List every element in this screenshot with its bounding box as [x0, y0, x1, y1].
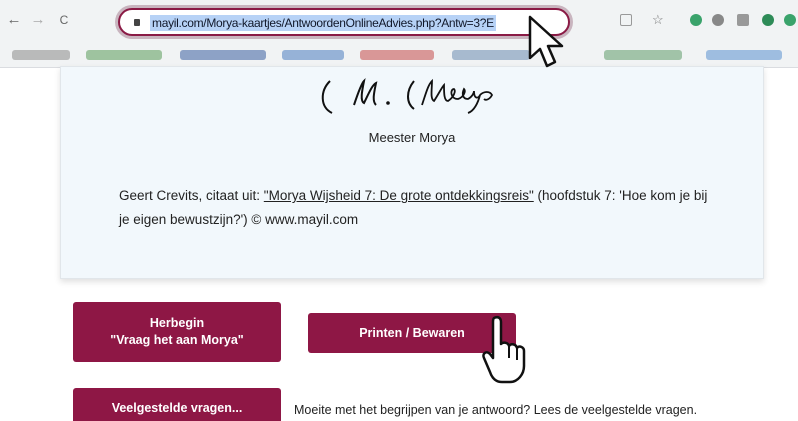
lock-icon — [134, 19, 140, 26]
extension-icon[interactable] — [712, 14, 724, 26]
hand-cursor-icon — [482, 315, 526, 384]
restart-button-line2: "Vraag het aan Morya" — [110, 333, 244, 347]
bookmark-item[interactable] — [86, 50, 162, 60]
book-title-link[interactable]: "Morya Wijsheid 7: De grote ontdekkingsr… — [264, 188, 534, 203]
pointer-cursor-icon — [528, 15, 564, 68]
bookmark-item[interactable] — [282, 50, 344, 60]
forward-arrow-icon[interactable]: → — [30, 12, 46, 28]
bookmark-item[interactable] — [706, 50, 782, 60]
extension-icon[interactable] — [762, 14, 774, 26]
bookmark-item[interactable] — [360, 50, 434, 60]
bookmark-item[interactable] — [12, 50, 70, 60]
bookmarks-bar — [0, 42, 798, 68]
faq-button-label: Veelgestelde vragen... — [111, 400, 243, 415]
signer-name: Meester Morya — [368, 130, 456, 145]
back-arrow-icon[interactable]: ← — [6, 12, 22, 28]
faq-hint-text: Moeite met het begrijpen van je antwoord… — [294, 403, 698, 417]
address-bar[interactable]: mayil.com/Morya-kaartjes/AntwoordenOnlin… — [118, 8, 570, 36]
print-save-label: Printen / Bewaren — [359, 325, 465, 340]
restart-button-line1: Herbegin — [149, 316, 205, 330]
quote-author: Geert Crevits, citaat uit: — [119, 188, 264, 203]
bookmark-item[interactable] — [180, 50, 266, 60]
reload-icon[interactable]: C — [56, 12, 72, 28]
restart-button[interactable]: Herbegin "Vraag het aan Morya" — [73, 302, 281, 362]
url-text[interactable]: mayil.com/Morya-kaartjes/AntwoordenOnlin… — [150, 15, 496, 31]
extension-icon[interactable] — [690, 14, 702, 26]
quote-card: Meester Morya Geert Crevits, citaat uit:… — [60, 66, 764, 279]
quote-citation: Geert Crevits, citaat uit: "Morya Wijshe… — [119, 184, 719, 232]
bookmark-item[interactable] — [604, 50, 682, 60]
browser-toolbar: ← → C mayil.com/Morya-kaartjes/Antwoorde… — [0, 0, 798, 42]
star-icon[interactable]: ☆ — [652, 13, 666, 26]
share-icon[interactable] — [620, 14, 632, 26]
signature-image — [321, 77, 494, 114]
extension-icon[interactable] — [737, 14, 749, 26]
faq-button[interactable]: Veelgestelde vragen... — [73, 388, 281, 421]
bookmark-item[interactable] — [452, 50, 530, 60]
extension-icon[interactable] — [784, 14, 796, 26]
